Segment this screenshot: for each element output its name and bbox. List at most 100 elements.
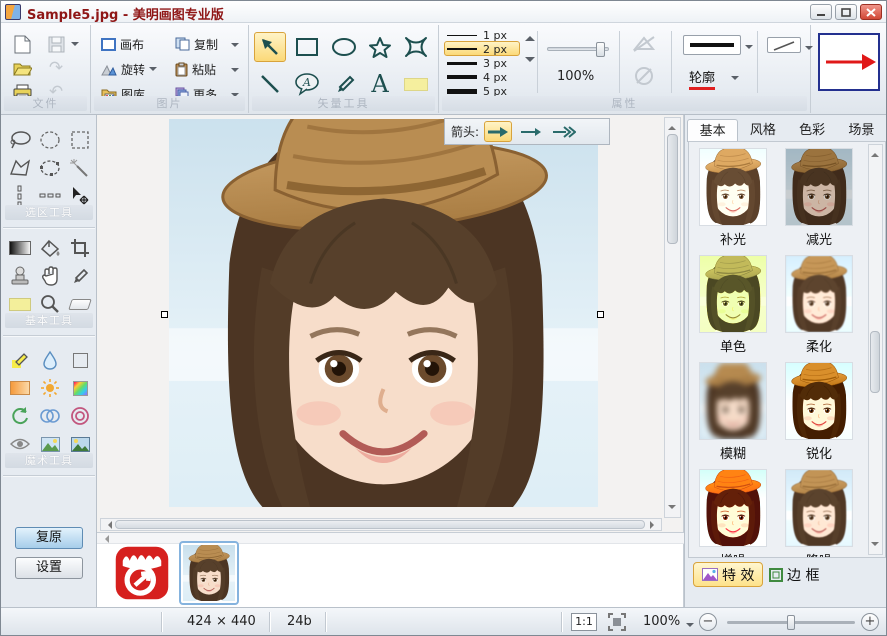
four-point-star-tool[interactable] [400,32,432,62]
app-logo-thumbnail[interactable] [113,545,171,601]
target-circles-tool[interactable] [67,403,93,429]
no-fill-icon[interactable] [631,33,657,55]
paste-dropdown-caret[interactable] [231,68,239,76]
filmstrip-left-arrow[interactable] [101,535,109,543]
crop-tool[interactable] [67,235,93,261]
zoom-dropdown-caret[interactable] [686,623,694,631]
canvas-vertical-scrollbar[interactable] [664,117,681,518]
stamp-tool[interactable] [7,263,33,289]
open-file-button[interactable] [11,57,33,79]
zoom-level[interactable]: 100% [643,614,680,629]
edited-photo[interactable] [169,119,598,507]
outline-button[interactable]: 轮廓 [689,67,715,90]
rectangle-tool[interactable] [291,32,323,62]
arrow-style-thin[interactable] [517,121,545,142]
arrow-style-solid[interactable] [484,121,512,142]
callout-tool[interactable]: A [291,69,323,99]
brightness-tool[interactable] [37,375,63,401]
rotate-button[interactable]: 旋转 [101,59,157,79]
scroll-down-arrow[interactable] [668,505,676,513]
fit-screen-button[interactable] [608,613,626,631]
lasso-tool[interactable] [7,127,33,153]
new-file-button[interactable] [11,33,33,55]
draw-pen-tool[interactable] [67,263,93,289]
resize-handle-right[interactable] [597,311,604,318]
ellipse-tool[interactable] [328,32,360,62]
actual-size-button[interactable]: 1:1 [571,613,597,631]
hand-tool[interactable] [37,263,63,289]
rotate-dropdown-caret[interactable] [149,67,157,75]
opacity-slider-thumb[interactable] [596,42,605,57]
effect-soften[interactable]: 柔化 [783,255,855,354]
effect-thumb-blur[interactable] [699,362,767,440]
orange-gradient-tool[interactable] [7,375,33,401]
effects-mode-button[interactable]: 特 效 [693,562,763,587]
width-spin-down[interactable] [525,57,535,67]
line-width-3px[interactable]: 3 px [447,56,513,70]
effect-denoise[interactable]: 降噪 [783,469,855,558]
effect-fill-light[interactable]: 补光 [697,148,769,247]
save-dropdown-caret[interactable] [71,42,79,50]
canvas-horizontal-scrollbar[interactable] [100,518,662,531]
arrow-tool[interactable] [254,32,286,62]
tab-style[interactable]: 风格 [738,119,787,142]
rect-select-tool[interactable] [67,127,93,153]
star-tool[interactable] [364,32,396,62]
tab-color[interactable]: 色彩 [788,119,837,142]
highlight-tool[interactable] [400,69,432,99]
blend-circles-tool[interactable] [37,403,63,429]
magnetic-lasso-tool[interactable] [37,155,63,181]
tab-scene[interactable]: 场景 [837,119,886,142]
zoom-slider[interactable] [727,621,855,624]
line-tool[interactable] [254,69,286,99]
effect-reduce-light[interactable]: 减光 [783,148,855,247]
vertical-scroll-thumb[interactable] [667,134,678,244]
effects-scrollbar[interactable] [868,144,883,555]
dash-style-dropdown[interactable] [767,37,801,53]
effect-add-noise[interactable]: 增噪 [697,469,769,558]
effect-thumb-monochrome[interactable] [699,255,767,333]
zoom-in-button[interactable]: + [861,613,879,631]
effect-sharpen[interactable]: 锐化 [783,362,855,461]
opacity-slider[interactable] [547,47,609,51]
photo-thumbnail-selected[interactable] [179,541,239,605]
marker-tool[interactable] [7,347,33,373]
redo-button[interactable]: ↷ [45,57,67,79]
effects-scroll-up[interactable] [871,149,879,157]
scroll-up-arrow[interactable] [668,122,676,130]
effect-blur[interactable]: 模糊 [697,362,769,461]
save-button[interactable] [45,33,67,55]
settings-button[interactable]: 设置 [15,557,83,579]
effect-thumb-add-noise[interactable] [699,469,767,547]
width-spin-up[interactable] [525,31,535,41]
outline-caret[interactable] [731,76,739,84]
zoom-out-button[interactable]: − [699,613,717,631]
restore-button[interactable] [835,4,857,20]
effect-thumb-reduce-light[interactable] [785,148,853,226]
no-stroke-icon[interactable] [633,65,655,87]
close-button[interactable] [860,4,882,20]
effect-thumb-sharpen[interactable] [785,362,853,440]
scroll-right-arrow[interactable] [650,521,658,529]
zoom-slider-thumb[interactable] [787,615,795,630]
copy-button[interactable]: 复制 [175,34,218,54]
pencil-tool[interactable] [328,69,360,99]
line-style-caret[interactable] [745,45,753,53]
magic-wand-tool[interactable] [67,155,93,181]
copy-dropdown-caret[interactable] [231,43,239,51]
line-width-4px[interactable]: 4 px [447,70,513,84]
effect-thumb-denoise[interactable] [785,469,853,547]
refresh-color-tool[interactable] [7,403,33,429]
horizontal-scroll-thumb[interactable] [115,520,645,529]
line-width-2px[interactable]: 2 px [447,42,513,56]
polygon-lasso-tool[interactable] [7,155,33,181]
hue-rainbow-tool[interactable] [67,375,93,401]
canvas-area[interactable]: 箭头: [97,115,684,532]
fill-bucket-tool[interactable] [37,235,63,261]
minimize-button[interactable] [810,4,832,20]
scroll-left-arrow[interactable] [104,521,112,529]
paste-button[interactable]: 粘贴 [175,59,216,79]
line-width-1px[interactable]: 1 px [447,28,513,42]
tab-basic[interactable]: 基本 [687,119,738,142]
restore-button[interactable]: 复原 [15,527,83,549]
